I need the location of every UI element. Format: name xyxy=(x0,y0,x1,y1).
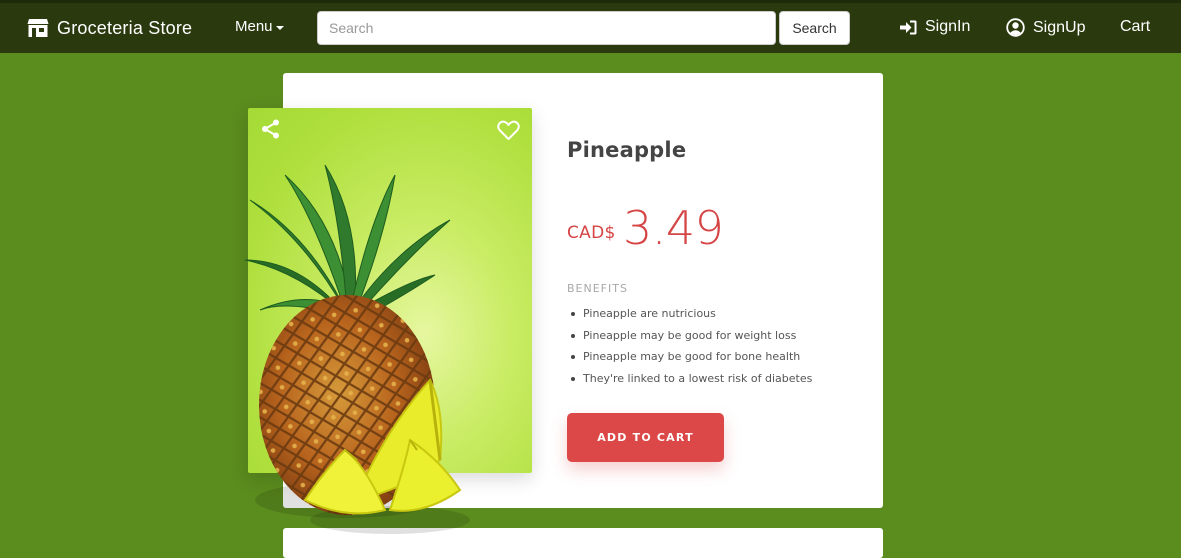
cart-label: Cart xyxy=(1120,18,1151,35)
user-circle-icon xyxy=(1006,18,1025,37)
add-to-cart-label: ADD TO CART xyxy=(597,431,694,444)
benefit-item: Pineapple are nutricious xyxy=(571,303,812,325)
search-button-label: Search xyxy=(792,20,837,36)
search-button[interactable]: Search xyxy=(779,11,850,45)
price-currency: CAD$ xyxy=(567,223,616,243)
caret-down-icon xyxy=(275,25,284,30)
heart-icon[interactable] xyxy=(497,120,520,141)
sign-in-icon xyxy=(900,20,917,34)
search-input[interactable] xyxy=(317,11,776,45)
cart-link[interactable]: Cart xyxy=(1120,18,1150,36)
brand-name: Groceteria Store xyxy=(57,17,193,38)
signup-link[interactable]: SignUp xyxy=(1006,18,1085,37)
share-icon[interactable] xyxy=(261,119,281,139)
signin-link[interactable]: SignIn xyxy=(900,18,970,36)
benefit-item: Pineapple may be good for weight loss xyxy=(571,325,812,347)
menu-dropdown[interactable]: Menu xyxy=(235,18,284,35)
menu-label: Menu xyxy=(235,18,273,35)
pineapple-slices-image xyxy=(303,378,470,534)
signup-label: SignUp xyxy=(1033,18,1086,36)
add-to-cart-button[interactable]: ADD TO CART xyxy=(567,413,724,462)
benefit-item: They're linked to a lowest risk of diabe… xyxy=(571,368,812,390)
product-title: Pineapple xyxy=(567,138,687,162)
benefits-heading: BENEFITS xyxy=(567,282,628,295)
price-value: 3.49 xyxy=(623,201,724,255)
benefit-item: Pineapple may be good for bone health xyxy=(571,346,812,368)
store-icon xyxy=(27,19,49,37)
brand-link[interactable]: Groceteria Store xyxy=(27,16,192,40)
signin-label: SignIn xyxy=(925,18,971,35)
top-navbar: Groceteria Store Menu Search SignIn Sign… xyxy=(0,0,1181,53)
benefits-list: Pineapple are nutricious Pineapple may b… xyxy=(567,303,812,390)
